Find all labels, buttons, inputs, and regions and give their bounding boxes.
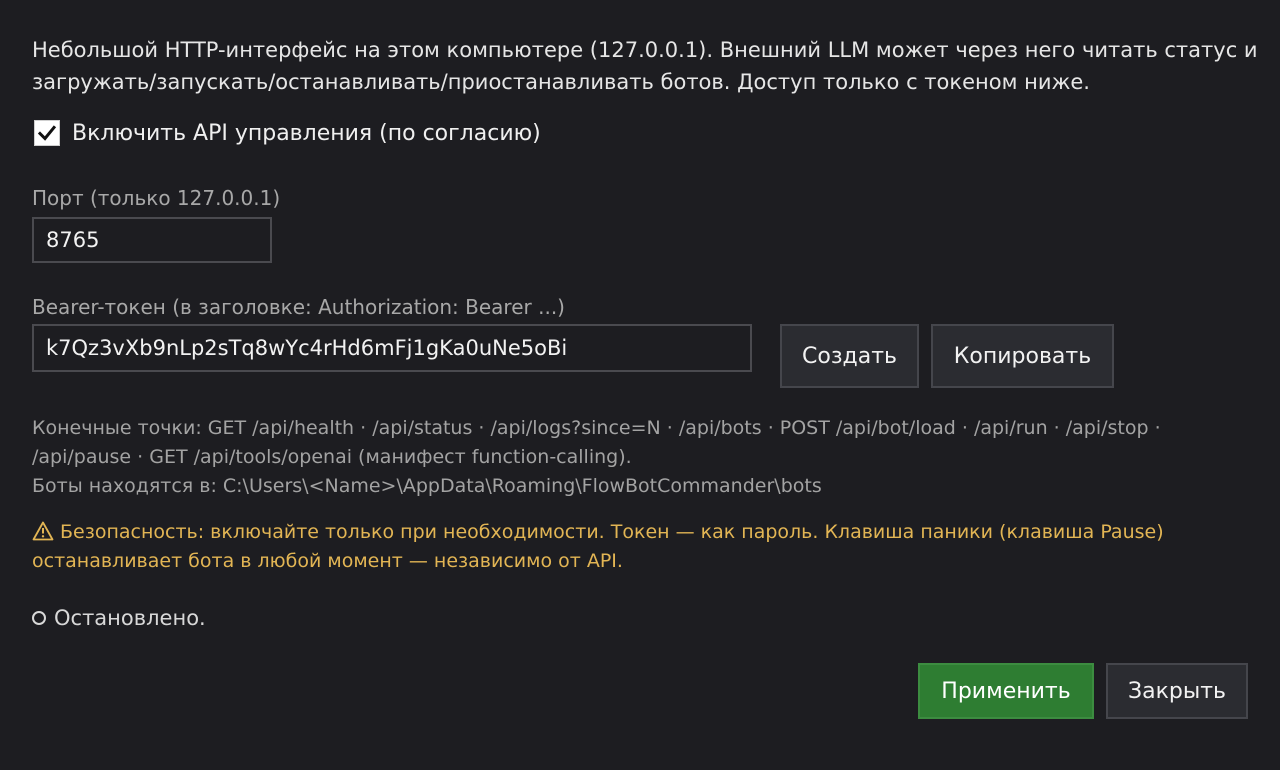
api-status: Остановлено. — [32, 606, 206, 630]
port-label: Порт (только 127.0.0.1) — [32, 186, 281, 210]
enable-api-label: Включить API управления (по согласию) — [72, 120, 541, 146]
warning-text: Безопасность: включайте только при необх… — [32, 521, 1164, 572]
bots-path: Боты находятся в: C:\Users\<Name>\AppDat… — [32, 475, 822, 497]
intro-text: Небольшой HTTP-интерфейс на этом компьют… — [32, 38, 1258, 94]
endpoints-list: Конечные точки: GET /api/health · /api/s… — [32, 417, 1161, 468]
checkmark-icon — [37, 125, 57, 141]
enable-api-row[interactable]: Включить API управления (по согласию) — [34, 120, 541, 146]
token-input[interactable] — [32, 324, 752, 372]
status-circle-icon — [32, 611, 46, 625]
warning-icon — [32, 518, 54, 547]
security-warning: Безопасность: включайте только при необх… — [32, 518, 1247, 576]
status-text: Остановлено. — [54, 606, 206, 630]
enable-api-checkbox[interactable] — [34, 120, 60, 146]
apply-button[interactable]: Применить — [918, 663, 1094, 719]
endpoints-info: Конечные точки: GET /api/health · /api/s… — [32, 414, 1247, 501]
generate-token-button[interactable]: Создать — [780, 324, 919, 388]
port-input[interactable] — [32, 217, 272, 263]
close-button[interactable]: Закрыть — [1106, 663, 1248, 719]
token-label: Bearer-токен (в заголовке: Authorization… — [32, 295, 565, 319]
copy-token-button[interactable]: Копировать — [931, 324, 1114, 388]
api-settings-dialog: Небольшой HTTP-интерфейс на этом компьют… — [0, 0, 1280, 770]
